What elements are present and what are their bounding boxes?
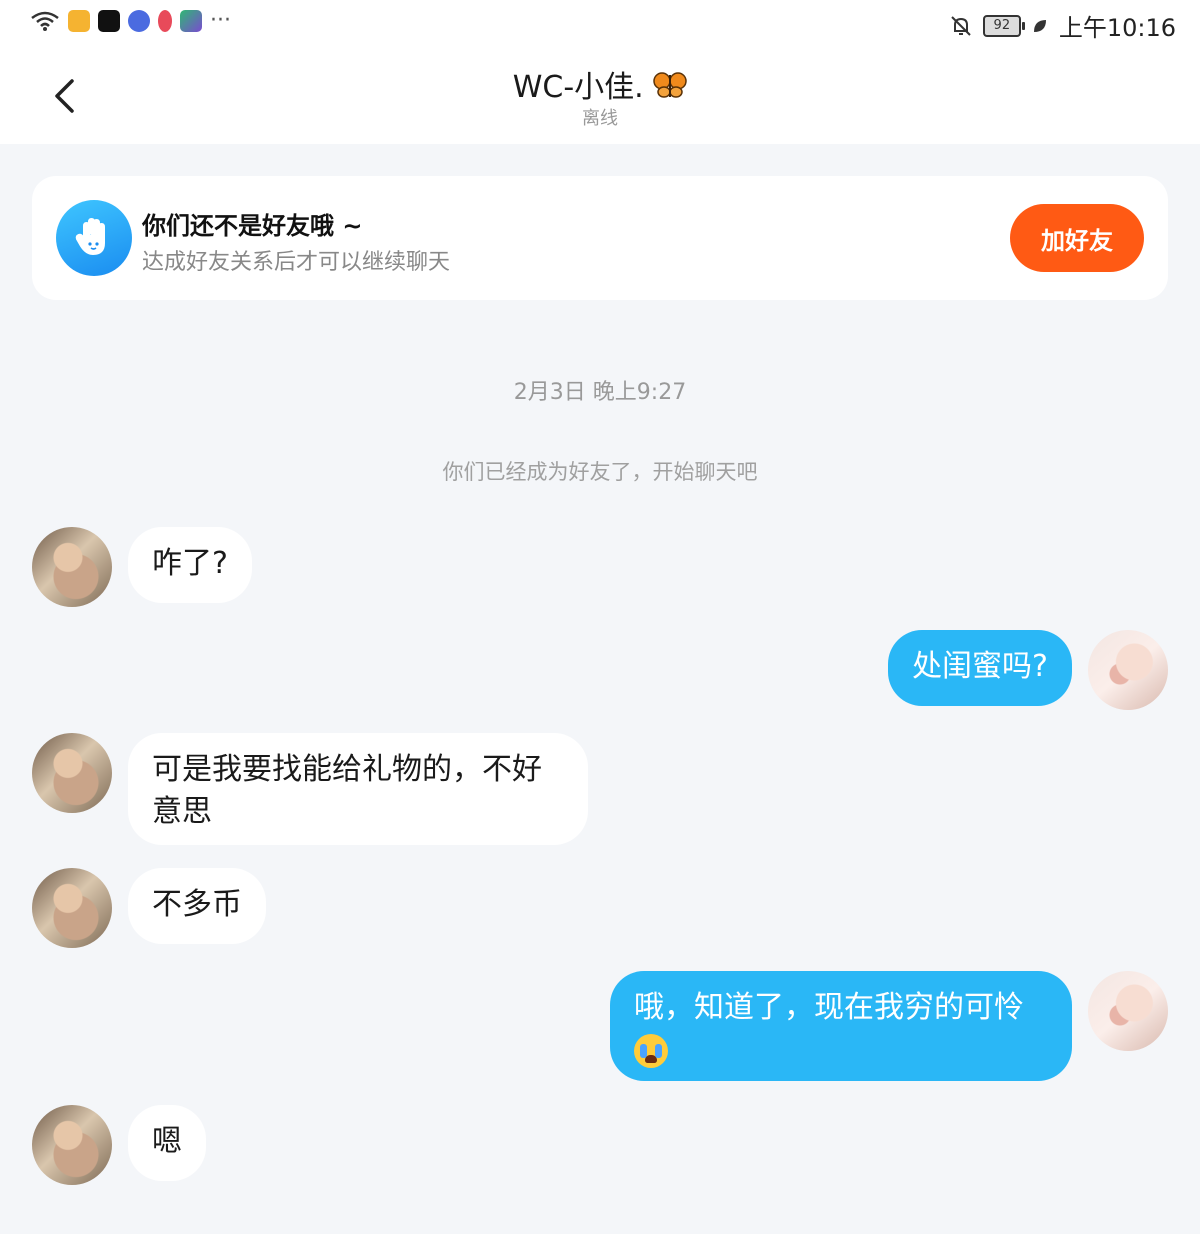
butterfly-icon xyxy=(653,72,688,98)
online-status: 离线 xyxy=(582,108,618,129)
message-line: 哦，知道了，现在我穷的可怜 xyxy=(634,990,1024,1025)
message-bubble[interactable]: 不多币 xyxy=(128,868,266,944)
message-bubble[interactable]: 处闺蜜吗? xyxy=(888,630,1072,706)
crying-face-icon xyxy=(634,1033,668,1068)
music-app-icon xyxy=(128,10,150,32)
green-app-icon xyxy=(180,10,202,32)
message-row: 咋了? xyxy=(0,527,1200,607)
message-row: 嗯 xyxy=(0,1105,1200,1185)
my-avatar[interactable] xyxy=(1088,630,1168,710)
chat-title: WC-小佳. xyxy=(0,62,1200,106)
message-line xyxy=(634,1029,1048,1071)
message-row: 可是我要找能给礼物的，不好 意思 xyxy=(0,733,1200,845)
my-avatar[interactable] xyxy=(1088,971,1168,1051)
contact-avatar[interactable] xyxy=(32,868,112,948)
wallet-app-icon xyxy=(68,10,90,32)
chat-title-text: WC-小佳. xyxy=(512,70,644,105)
card-title: 你们还不是好友哦 ~ xyxy=(142,212,363,240)
contact-avatar[interactable] xyxy=(32,1105,112,1185)
chat-timestamp: 2月3日 晚上9:27 xyxy=(513,380,687,405)
friend-request-card: 你们还不是好友哦 ~ 达成好友关系后才可以继续聊天 加好友 xyxy=(32,176,1168,300)
more-status-icon: ··· xyxy=(210,8,231,33)
message-row: 不多币 xyxy=(0,868,1200,948)
add-friend-button[interactable]: 加好友 xyxy=(1010,204,1144,272)
contact-avatar[interactable] xyxy=(32,527,112,607)
message-bubble[interactable]: 咋了? xyxy=(128,527,252,603)
hand-icon xyxy=(56,200,132,276)
red-app-icon xyxy=(158,10,172,32)
message-bubble[interactable]: 可是我要找能给礼物的，不好 意思 xyxy=(128,733,588,845)
status-left-icons: ··· xyxy=(30,10,231,32)
message-line: 意思 xyxy=(152,794,212,829)
message-bubble[interactable]: 哦，知道了，现在我穷的可怜 xyxy=(610,971,1072,1081)
status-right: 92 上午10:16 xyxy=(949,8,1176,43)
message-row: 处闺蜜吗? xyxy=(0,630,1200,710)
status-time: 上午10:16 xyxy=(1058,14,1176,42)
contact-avatar[interactable] xyxy=(32,733,112,813)
tiktok-app-icon xyxy=(98,10,120,32)
message-line: 可是我要找能给礼物的，不好 xyxy=(152,752,542,787)
top-bar: ··· 92 上午10:16 WC-小佳. 离线 xyxy=(0,0,1200,144)
battery-icon: 92 xyxy=(982,14,1025,37)
status-bar: ··· 92 上午10:16 xyxy=(0,0,1200,50)
system-message: 你们已经成为好友了，开始聊天吧 xyxy=(442,460,758,484)
message-row: 哦，知道了，现在我穷的可怜 xyxy=(0,971,1200,1083)
card-subtitle: 达成好友关系后才可以继续聊天 xyxy=(142,250,451,275)
message-bubble[interactable]: 嗯 xyxy=(128,1105,206,1181)
mute-bell-icon xyxy=(951,15,971,36)
leaf-icon xyxy=(1033,19,1046,32)
wifi-icon xyxy=(31,11,59,31)
